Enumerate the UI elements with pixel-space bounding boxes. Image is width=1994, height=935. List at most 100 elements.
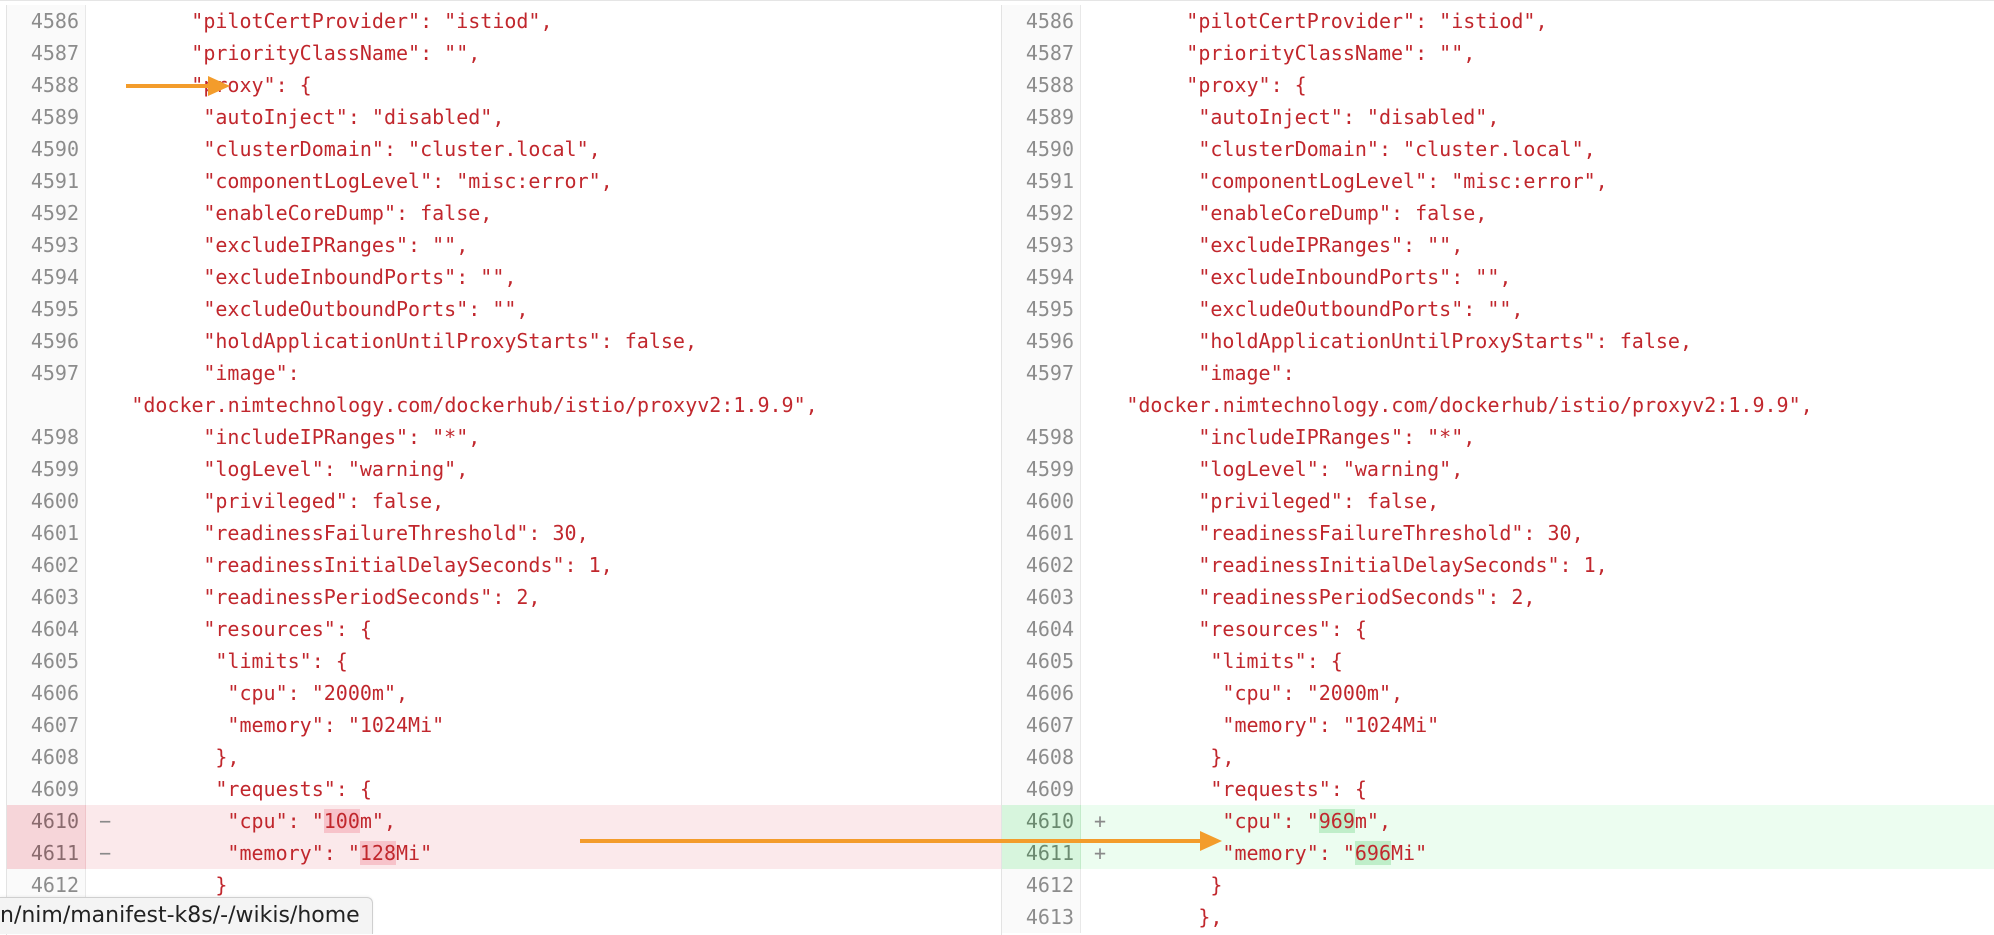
diff-line-new-4596: 4596 "holdApplicationUntilProxyStarts": … xyxy=(1002,325,1994,357)
diff-line-old-4589: 4589 "autoInject": "disabled", xyxy=(7,101,1002,133)
line-number[interactable]: 4593 xyxy=(1002,229,1081,261)
line-number[interactable]: 4588 xyxy=(7,69,86,101)
line-number[interactable]: 4590 xyxy=(7,133,86,165)
status-url: n/nim/manifest-k8s/-/wikis/home xyxy=(0,903,360,928)
diff-line-new-4595: 4595 "excludeOutboundPorts": "", xyxy=(1002,293,1994,325)
code-text: "excludeInboundPorts": "", xyxy=(107,265,517,289)
side-by-side-diff: 4586 "pilotCertProvider": "istiod", 4587 … xyxy=(0,0,1994,935)
diff-line-new-4586: 4586 "pilotCertProvider": "istiod", xyxy=(1002,5,1994,37)
diff-line-new-4605: 4605 "limits": { xyxy=(1002,645,1994,677)
line-number[interactable]: 4607 xyxy=(7,709,86,741)
code-text: "requests": { xyxy=(1102,777,1367,801)
line-number[interactable]: 4592 xyxy=(7,197,86,229)
diff-line-old-4587: 4587 "priorityClassName": "", xyxy=(7,37,1002,69)
code-text: "image": "docker.nimtechnology.com/docke… xyxy=(107,357,1002,421)
line-number[interactable]: 4598 xyxy=(1002,421,1081,453)
diff-line-new-4613: 4613 }, xyxy=(1002,901,1994,933)
diff-line-new-4590: 4590 "clusterDomain": "cluster.local", xyxy=(1002,133,1994,165)
line-number[interactable]: 4611 xyxy=(7,837,86,869)
line-number[interactable]: 4600 xyxy=(7,485,86,517)
code-text: "memory": "1024Mi" xyxy=(107,713,445,737)
diff-line-new-4599: 4599 "logLevel": "warning", xyxy=(1002,453,1994,485)
diff-line-old-4601: 4601 "readinessFailureThreshold": 30, xyxy=(7,517,1002,549)
line-number[interactable]: 4609 xyxy=(7,773,86,805)
line-number[interactable]: 4613 xyxy=(1002,901,1081,933)
diff-line-old-4597: 4597 "image": "docker.nimtechnology.com/… xyxy=(7,357,1002,421)
arrow-to-new-values-annotation xyxy=(580,831,1222,851)
diff-line-old-4608: 4608 }, xyxy=(7,741,1002,773)
diff-line-new-4600: 4600 "privileged": false, xyxy=(1002,485,1994,517)
line-number[interactable]: 4609 xyxy=(1002,773,1081,805)
line-number[interactable]: 4591 xyxy=(1002,165,1081,197)
code-text: "holdApplicationUntilProxyStarts": false… xyxy=(1102,329,1693,353)
code-text: "cpu": "2000m", xyxy=(1102,681,1404,705)
diff-line-old-4594: 4594 "excludeInboundPorts": "", xyxy=(7,261,1002,293)
changed-value-highlight: 969 xyxy=(1318,809,1355,833)
diff-line-old-4586: 4586 "pilotCertProvider": "istiod", xyxy=(7,5,1002,37)
line-number[interactable]: 4603 xyxy=(7,581,86,613)
line-number[interactable]: 4589 xyxy=(1002,101,1081,133)
line-number[interactable]: 4605 xyxy=(1002,645,1081,677)
line-number[interactable]: 4606 xyxy=(1002,677,1081,709)
line-number[interactable]: 4604 xyxy=(7,613,86,645)
code-text: "logLevel": "warning", xyxy=(107,457,469,481)
code-text: "enableCoreDump": false, xyxy=(107,201,493,225)
line-number[interactable]: 4594 xyxy=(7,261,86,293)
diff-line-new-4607: 4607 "memory": "1024Mi" xyxy=(1002,709,1994,741)
code-text: "priorityClassName": "", xyxy=(107,41,481,65)
code-text: "image": "docker.nimtechnology.com/docke… xyxy=(1102,357,1994,421)
link-hover-status-bar: n/nim/manifest-k8s/-/wikis/home xyxy=(0,897,373,934)
line-number[interactable]: 4595 xyxy=(1002,293,1081,325)
line-number[interactable]: 4599 xyxy=(7,453,86,485)
line-number[interactable]: 4593 xyxy=(7,229,86,261)
line-number[interactable]: 4594 xyxy=(1002,261,1081,293)
code-text: "cpu": "969m", xyxy=(1102,809,1391,833)
line-number[interactable]: 4601 xyxy=(7,517,86,549)
diff-line-new-4589: 4589 "autoInject": "disabled", xyxy=(1002,101,1994,133)
line-number[interactable]: 4600 xyxy=(1002,485,1081,517)
line-number[interactable]: 4598 xyxy=(7,421,86,453)
line-number[interactable]: 4587 xyxy=(1002,37,1081,69)
line-number[interactable]: 4608 xyxy=(7,741,86,773)
line-number[interactable]: 4605 xyxy=(7,645,86,677)
diff-line-new-4609: 4609 "requests": { xyxy=(1002,773,1994,805)
wrapped-line: "docker.nimtechnology.com/dockerhub/isti… xyxy=(35,393,818,417)
line-number[interactable]: 4602 xyxy=(7,549,86,581)
code-text: "proxy": { xyxy=(1102,73,1307,97)
line-number[interactable]: 4595 xyxy=(7,293,86,325)
line-number[interactable]: 4604 xyxy=(1002,613,1081,645)
line-number[interactable]: 4602 xyxy=(1002,549,1081,581)
line-number[interactable]: 4601 xyxy=(1002,517,1081,549)
diff-line-new-4608: 4608 }, xyxy=(1002,741,1994,773)
diff-line-new-4602: 4602 "readinessInitialDelaySeconds": 1, xyxy=(1002,549,1994,581)
arrow-to-proxy-annotation xyxy=(126,76,230,96)
diff-line-new-4597: 4597 "image": "docker.nimtechnology.com/… xyxy=(1002,357,1994,421)
line-number[interactable]: 4586 xyxy=(7,5,86,37)
line-number[interactable]: 4596 xyxy=(1002,325,1081,357)
line-number[interactable]: 4588 xyxy=(1002,69,1081,101)
diff-line-old-4593: 4593 "excludeIPRanges": "", xyxy=(7,229,1002,261)
line-number[interactable]: 4608 xyxy=(1002,741,1081,773)
code-text: "readinessPeriodSeconds": 2, xyxy=(107,585,541,609)
line-number[interactable]: 4586 xyxy=(1002,5,1081,37)
line-number[interactable]: 4590 xyxy=(1002,133,1081,165)
line-number[interactable]: 4591 xyxy=(7,165,86,197)
line-number[interactable]: 4592 xyxy=(1002,197,1081,229)
line-number[interactable]: 4587 xyxy=(7,37,86,69)
code-text: "requests": { xyxy=(107,777,372,801)
code-text: "excludeOutboundPorts": "", xyxy=(1102,297,1524,321)
code-text: "pilotCertProvider": "istiod", xyxy=(1102,9,1548,33)
line-number[interactable]: 4610 xyxy=(7,805,86,837)
code-text: "limits": { xyxy=(107,649,348,673)
line-number[interactable]: 4589 xyxy=(7,101,86,133)
line-number[interactable]: 4596 xyxy=(7,325,86,357)
diff-line-new-4606: 4606 "cpu": "2000m", xyxy=(1002,677,1994,709)
line-number[interactable]: 4612 xyxy=(1002,869,1081,901)
line-number[interactable]: 4599 xyxy=(1002,453,1081,485)
line-number[interactable]: 4607 xyxy=(1002,709,1081,741)
line-number[interactable]: 4603 xyxy=(1002,581,1081,613)
diff-line-old-4590: 4590 "clusterDomain": "cluster.local", xyxy=(7,133,1002,165)
diff-line-old-4603: 4603 "readinessPeriodSeconds": 2, xyxy=(7,581,1002,613)
diff-line-old-4598: 4598 "includeIPRanges": "*", xyxy=(7,421,1002,453)
line-number[interactable]: 4606 xyxy=(7,677,86,709)
